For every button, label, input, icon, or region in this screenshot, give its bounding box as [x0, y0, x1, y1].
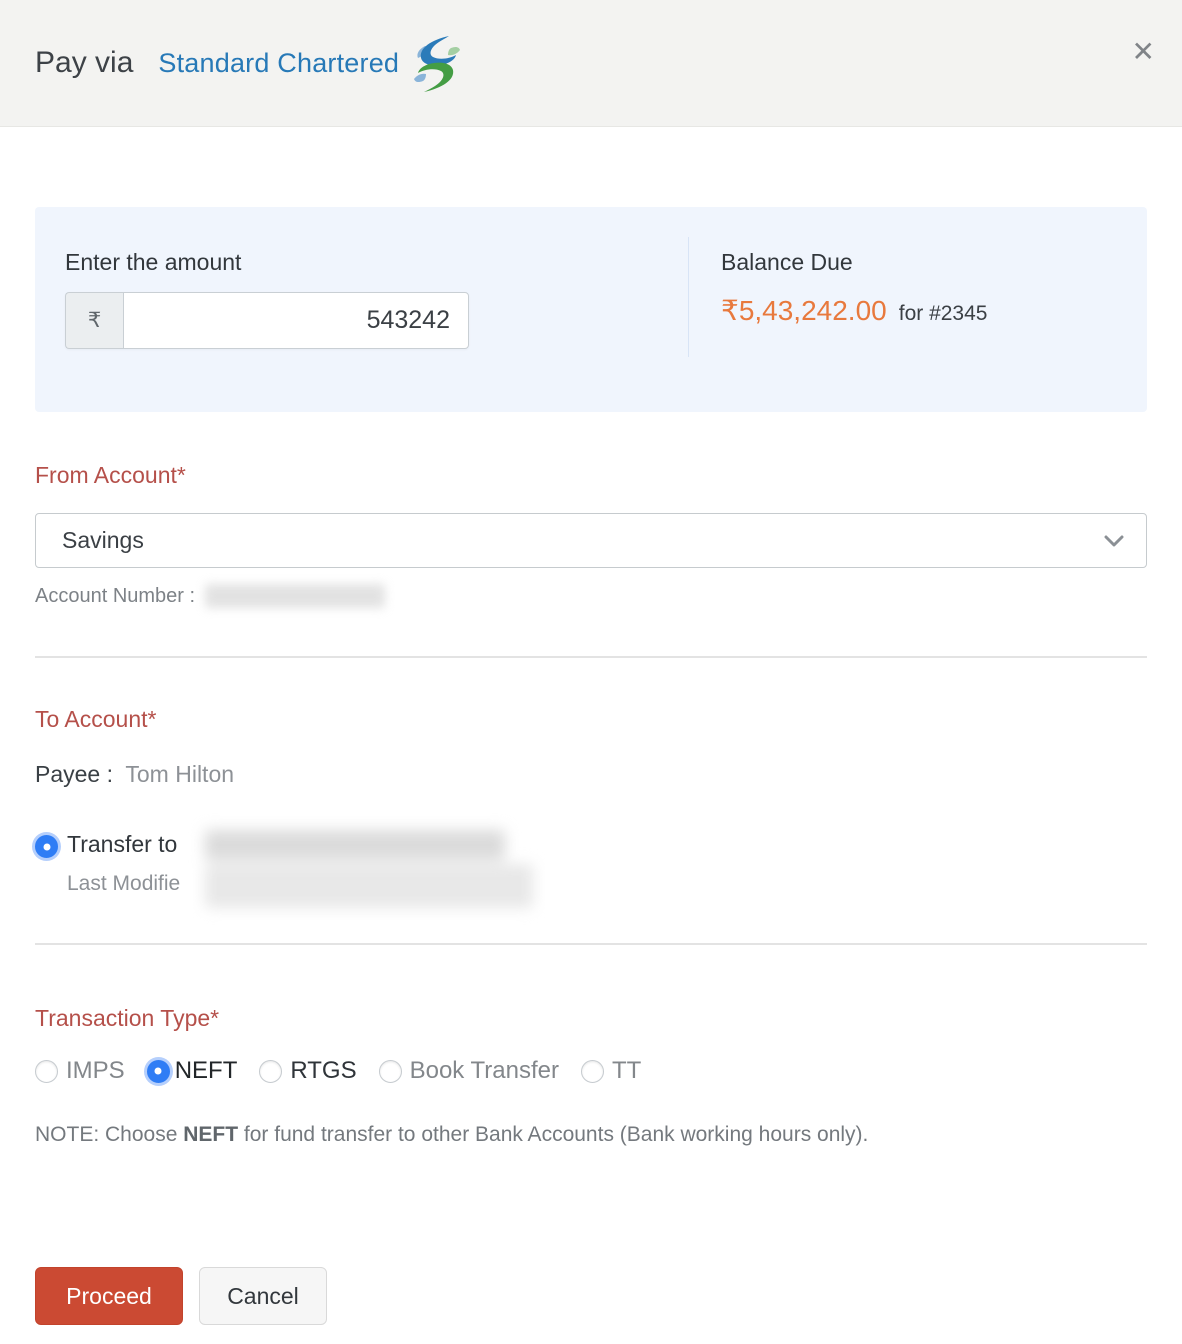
bank-brand-name: Standard Chartered	[158, 48, 399, 79]
amount-input-group: ₹	[65, 292, 469, 349]
imps-option-label: IMPS	[66, 1057, 125, 1085]
dialog-title: Pay via	[35, 46, 133, 80]
from-account-selected-value: Savings	[62, 527, 1104, 554]
note-prefix: NOTE: Choose	[35, 1123, 183, 1146]
balance-due-block: Balance Due ₹5,43,242.00 for #2345	[689, 207, 987, 412]
from-account-select[interactable]: Savings	[35, 513, 1147, 568]
amount-input[interactable]	[123, 292, 469, 349]
section-divider	[35, 656, 1147, 658]
transaction-type-option-book-transfer[interactable]: Book Transfer	[379, 1057, 559, 1085]
close-icon[interactable]: ✕	[1132, 38, 1155, 66]
account-number-row: Account Number :	[35, 582, 1147, 610]
book-transfer-option-label: Book Transfer	[410, 1057, 559, 1085]
last-modified-label: Last Modifie	[67, 872, 180, 896]
proceed-button[interactable]: Proceed	[35, 1267, 183, 1325]
enter-amount-block: Enter the amount ₹	[35, 207, 688, 412]
transaction-type-option-tt[interactable]: TT	[581, 1057, 641, 1085]
transaction-type-option-rtgs[interactable]: RTGS	[259, 1057, 356, 1085]
transfer-to-row[interactable]: Transfer to Last Modifie	[35, 828, 1147, 908]
cancel-button[interactable]: Cancel	[199, 1267, 327, 1325]
transaction-type-option-imps[interactable]: IMPS	[35, 1057, 125, 1085]
enter-amount-label: Enter the amount	[65, 249, 688, 276]
balance-due-amount: ₹5,43,242.00	[721, 294, 887, 327]
rtgs-option-label: RTGS	[290, 1057, 356, 1085]
transfer-to-radio[interactable]	[35, 835, 58, 858]
standard-chartered-logo-icon	[411, 34, 463, 99]
transfer-to-label: Transfer to	[67, 831, 177, 858]
tt-radio[interactable]	[581, 1060, 604, 1083]
to-account-label: To Account*	[35, 706, 1147, 733]
balance-due-invoice-ref: for #2345	[899, 302, 988, 326]
note-suffix: for fund transfer to other Bank Accounts…	[238, 1123, 868, 1146]
chevron-down-icon	[1104, 535, 1124, 547]
transaction-type-option-neft[interactable]: NEFT	[147, 1057, 238, 1085]
book-transfer-radio[interactable]	[379, 1060, 402, 1083]
dialog-header: Pay via Standard Chartered ✕	[0, 0, 1182, 127]
note-bold-term: NEFT	[183, 1123, 238, 1146]
dialog-actions: Proceed Cancel	[35, 1267, 1147, 1325]
balance-due-label: Balance Due	[721, 249, 987, 276]
rupee-currency-prefix: ₹	[65, 292, 123, 349]
dialog-body: Enter the amount ₹ Balance Due ₹5,43,242…	[0, 207, 1182, 1325]
transfer-account-redacted	[205, 828, 533, 910]
payee-name: Tom Hilton	[125, 761, 234, 787]
imps-radio[interactable]	[35, 1060, 58, 1083]
account-number-redacted	[205, 584, 385, 608]
section-divider	[35, 943, 1147, 945]
tt-option-label: TT	[612, 1057, 641, 1085]
payee-label: Payee :	[35, 761, 113, 787]
from-account-label: From Account*	[35, 462, 1147, 489]
neft-note: NOTE: Choose NEFT for fund transfer to o…	[35, 1123, 1147, 1147]
amount-balance-panel: Enter the amount ₹ Balance Due ₹5,43,242…	[35, 207, 1147, 412]
payee-row: Payee : Tom Hilton	[35, 761, 1147, 788]
neft-option-label: NEFT	[175, 1057, 238, 1085]
transaction-type-label: Transaction Type*	[35, 1005, 1147, 1032]
neft-radio[interactable]	[147, 1060, 170, 1083]
account-number-label: Account Number :	[35, 585, 195, 608]
transaction-type-options: IMPS NEFT RTGS Book Transfer TT	[35, 1057, 1147, 1085]
rtgs-radio[interactable]	[259, 1060, 282, 1083]
pay-via-dialog: Pay via Standard Chartered ✕ Enter the a…	[0, 0, 1182, 1344]
